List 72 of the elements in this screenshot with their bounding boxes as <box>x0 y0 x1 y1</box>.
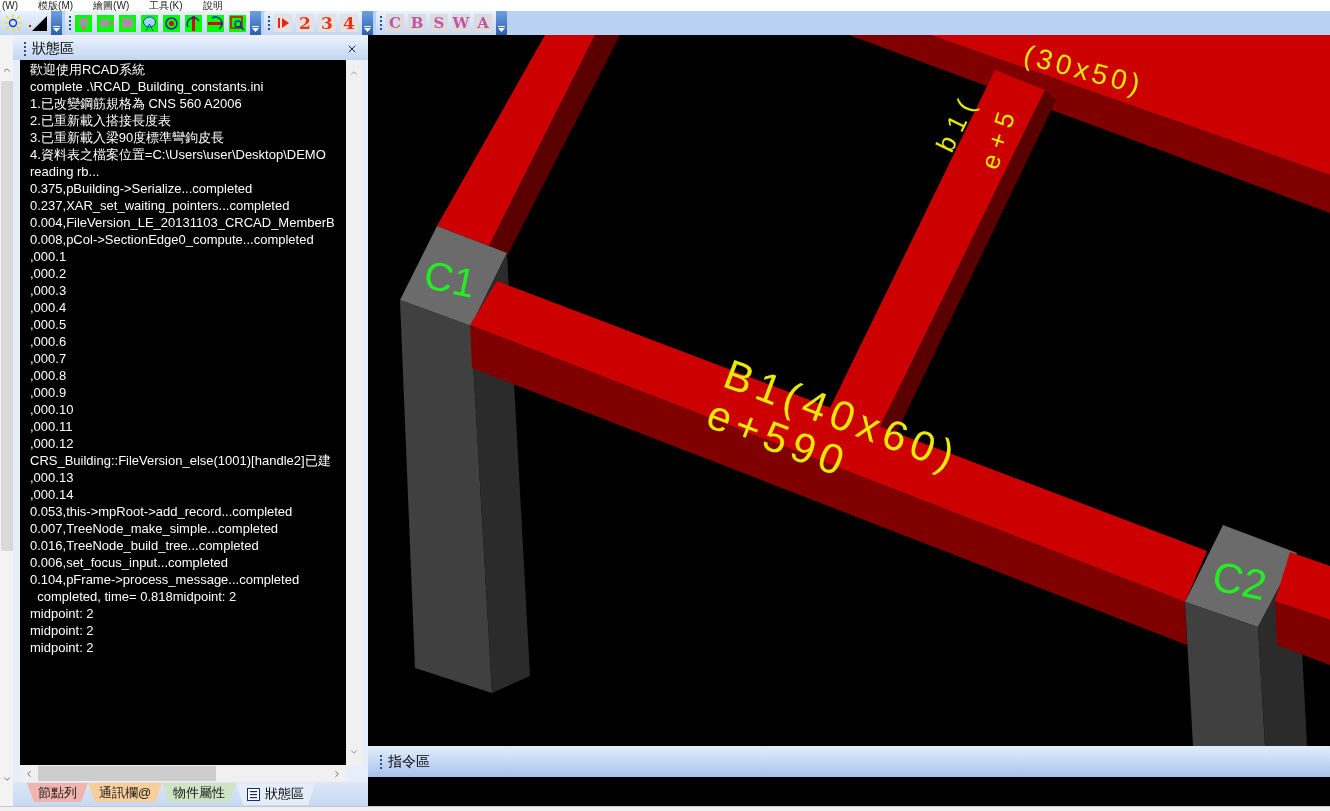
log-line: ,000.7 <box>30 350 67 367</box>
log-line: midpoint: 2 <box>30 605 94 622</box>
scrollbar-thumb[interactable] <box>0 81 13 551</box>
toolbar-options-button[interactable] <box>250 11 261 35</box>
toolbar-options-button[interactable] <box>51 11 62 35</box>
log-line: ,000.4 <box>30 299 67 316</box>
log-line: 0.053,this->mpRoot->add_record...completed <box>30 503 293 520</box>
triangle-icon[interactable] <box>29 15 47 31</box>
sun-icon[interactable] <box>4 14 22 32</box>
log-line: ,000.13 <box>30 469 74 486</box>
scroll-left-icon[interactable] <box>24 768 34 779</box>
log-line: ,000.10 <box>30 401 74 418</box>
panel-tab[interactable]: 狀態區 <box>236 783 316 805</box>
play-icon[interactable] <box>274 14 292 32</box>
log-line: 2.已重新載入搭接長度表 <box>30 112 171 129</box>
log-line: completed, time= 0.818midpoint: 2 <box>36 588 237 605</box>
log-line: 0.104,pFrame->process_message...completed <box>30 571 300 588</box>
log-line: ,000.5 <box>30 316 67 333</box>
document-icon <box>247 787 261 801</box>
zoom-icon[interactable] <box>229 14 246 32</box>
panel-tab[interactable]: 通訊欄@ <box>88 783 163 802</box>
scrollbar-thumb[interactable] <box>38 766 216 781</box>
square-icon[interactable] <box>119 14 136 32</box>
menu-item[interactable]: 繪圖(W) <box>93 0 130 11</box>
log-line: 0.004,FileVersion_LE_20131103_CRCAD_MemberB <box>30 214 335 231</box>
log-line: 0.007,TreeNode_make_simple...completed <box>30 520 279 537</box>
log-line: ,000.11 <box>30 418 73 435</box>
menu-item[interactable]: 說明 <box>202 0 223 11</box>
square-post-icon[interactable] <box>75 14 92 32</box>
log-line: ,000.3 <box>30 282 67 299</box>
log-line: ,000.6 <box>30 333 67 350</box>
toolbar-options-button[interactable] <box>496 11 507 35</box>
menu-item[interactable]: 模版(M) <box>38 0 74 11</box>
caret-icon <box>53 26 60 32</box>
log-line: 0.016,TreeNode_build_tree...completed <box>30 537 259 554</box>
log-line: 1.已改變鋼筋規格為 CNS 560 A2006 <box>30 95 242 112</box>
log-line: ,000.12 <box>30 435 74 452</box>
panel-tab[interactable]: 節點列 <box>27 783 88 802</box>
log-line: ,000.9 <box>30 384 67 401</box>
bar-arc-icon[interactable] <box>185 14 202 32</box>
log-line: complete .\RCAD_Building_constants.ini <box>30 78 264 95</box>
log-line: 0.375,pBuilding->Serialize...completed <box>30 180 253 197</box>
log-line: 0.008,pCol->SectionEdge0_compute...completed <box>30 231 314 248</box>
panel-title: 指令區 <box>388 752 430 771</box>
caret-icon <box>498 26 505 32</box>
panel-tab[interactable]: 物件屬性 <box>162 783 237 802</box>
column-label: C1 <box>420 251 480 308</box>
caret-icon <box>364 26 371 32</box>
log-line: 4.資料表之檔案位置=C:\Users\user\Desktop\DEMO <box>30 146 326 163</box>
log-line: reading rb... <box>30 163 100 180</box>
log-line: 歡迎使用RCAD系統 <box>30 61 145 78</box>
log-line: 0.006,set_focus_input...completed <box>30 554 229 571</box>
log-line: CRS_Building::FileVersion_else(1001)[handle2]已建 <box>30 452 331 469</box>
log-line: 0.237,XAR_set_waiting_pointers...completed <box>30 197 290 214</box>
log-line: 3.已重新載入梁90度標準彎鉤皮長 <box>30 129 225 146</box>
scroll-down-icon[interactable] <box>1 774 12 784</box>
log-line: midpoint: 2 <box>30 622 94 639</box>
menu-item[interactable]: 工具(K) <box>149 0 183 11</box>
log-line: ,000.14 <box>30 486 74 503</box>
log-line: ,000.2 <box>30 265 67 282</box>
column-label: C2 <box>1208 551 1271 612</box>
menu-item[interactable]: (W) <box>2 0 19 11</box>
log-line: midpoint: 2 <box>30 639 94 656</box>
caret-icon <box>252 26 259 32</box>
panel-title: 狀態區 <box>32 39 74 58</box>
target-icon[interactable] <box>163 14 180 32</box>
toolbar-options-button[interactable] <box>362 11 373 35</box>
scroll-right-icon[interactable] <box>332 768 342 779</box>
bar-arc-icon[interactable] <box>207 14 224 32</box>
log-line: ,000.1 <box>30 248 67 265</box>
log-line: ,000.8 <box>30 367 67 384</box>
scroll-up-icon[interactable] <box>1 65 12 75</box>
